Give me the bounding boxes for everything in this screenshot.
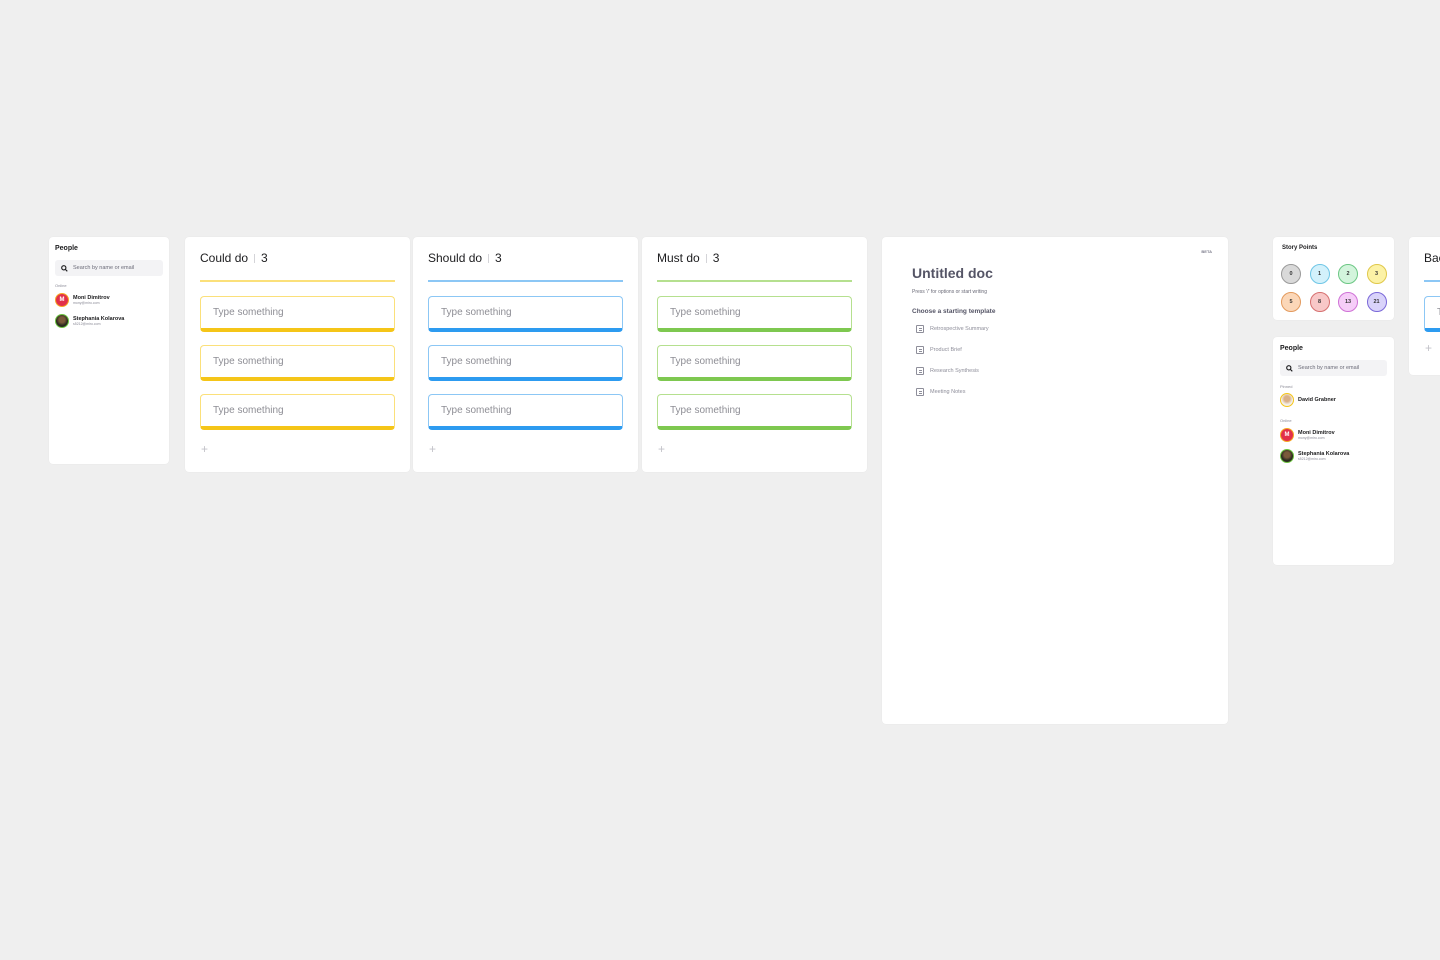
template-label: Research Synthesis <box>930 368 979 374</box>
sticky-note[interactable]: Type something <box>428 394 623 430</box>
sticky-note[interactable]: Type something <box>428 296 623 332</box>
column-title: Backlog <box>1424 251 1440 265</box>
sticky-note[interactable]: Type something <box>200 296 395 332</box>
column-divider <box>200 280 395 282</box>
document-icon <box>916 388 924 396</box>
document-icon <box>916 325 924 333</box>
template-retrospective-summary[interactable]: Retrospective Summary <box>916 325 989 333</box>
sticky-note[interactable]: Type something <box>200 345 395 381</box>
document-icon <box>916 367 924 375</box>
sticky-note[interactable]: Type something <box>428 345 623 381</box>
story-points-title: Story Points <box>1282 245 1318 251</box>
people-panel-right: People Search by name or email Pinned Da… <box>1273 337 1394 565</box>
people-search-input[interactable]: Search by name or email <box>55 260 163 276</box>
story-point-3[interactable]: 3 <box>1366 264 1387 284</box>
story-point-2[interactable]: 2 <box>1338 264 1358 284</box>
column-backlog-partial: Backlog Type something + <box>1409 237 1440 375</box>
beta-badge: BETA <box>1201 249 1212 254</box>
search-icon <box>61 264 68 272</box>
header-separator <box>488 253 490 263</box>
column-divider <box>657 280 852 282</box>
pinned-label: Pinned <box>1280 384 1293 389</box>
doc-title[interactable]: Untitled doc <box>912 265 993 281</box>
person-email: mony@miro.com <box>1298 435 1325 440</box>
column-divider <box>428 280 623 282</box>
add-sticky-button[interactable]: + <box>201 442 208 456</box>
template-label: Meeting Notes <box>930 389 966 395</box>
column-could-do: Could do 3 Type something Type something T… <box>185 237 410 472</box>
column-title: Could do <box>200 251 249 265</box>
add-sticky-button[interactable]: + <box>658 442 665 456</box>
column-count: 3 <box>495 251 502 265</box>
story-point-0[interactable]: 0 <box>1281 264 1301 284</box>
avatar <box>55 314 69 328</box>
avatar: M <box>55 293 69 307</box>
avatar <box>1280 449 1294 463</box>
person-item[interactable]: Stephania Kolarova s5212@miro.com <box>55 314 124 328</box>
template-research-synthesis[interactable]: Research Synthesis <box>916 367 979 375</box>
story-points-card: Story Points 0 1 2 3 5 8 13 21 <box>1273 237 1394 320</box>
column-header: Must do 3 <box>657 251 719 265</box>
sticky-note[interactable]: Type something <box>657 345 852 381</box>
search-placeholder: Search by name or email <box>1298 365 1360 371</box>
add-sticky-button[interactable]: + <box>429 442 436 456</box>
sticky-note[interactable]: Type something <box>657 296 852 332</box>
column-header: Should do 3 <box>428 251 502 265</box>
person-item[interactable]: M Moni Dimitrov mony@miro.com <box>55 293 110 307</box>
person-name: David Grabner <box>1298 396 1336 403</box>
add-sticky-button[interactable]: + <box>1425 341 1432 355</box>
story-point-5[interactable]: 5 <box>1281 292 1301 312</box>
doc-hint: Press '/' for options or start writing <box>912 289 987 295</box>
people-title: People <box>1280 345 1303 352</box>
column-title: Must do <box>657 251 700 265</box>
sticky-note[interactable]: Type something <box>1424 296 1440 332</box>
sticky-note[interactable]: Type something <box>657 394 852 430</box>
people-title: People <box>55 245 78 252</box>
story-point-21[interactable]: 21 <box>1366 292 1387 312</box>
person-item[interactable]: Stephania Kolarova s5212@miro.com <box>1280 449 1349 463</box>
header-separator <box>705 253 707 263</box>
search-placeholder: Search by name or email <box>73 265 135 271</box>
column-title: Should do <box>428 251 483 265</box>
doc-card[interactable]: BETA Untitled doc Press '/' for options … <box>882 237 1228 724</box>
person-item[interactable]: M Moni Dimitrov mony@miro.com <box>1280 428 1335 442</box>
column-header: Could do 3 <box>200 251 268 265</box>
sticky-note[interactable]: Type something <box>200 394 395 430</box>
column-must-do: Must do 3 Type something Type something Ty… <box>642 237 867 472</box>
document-icon <box>916 346 924 354</box>
people-panel-left: People Search by name or email Online M … <box>49 237 169 464</box>
column-should-do: Should do 3 Type something Type something… <box>413 237 638 472</box>
person-email: s5212@miro.com <box>73 321 101 326</box>
avatar <box>1280 393 1294 407</box>
story-point-13[interactable]: 13 <box>1338 292 1358 312</box>
person-item[interactable]: David Grabner <box>1280 393 1336 407</box>
column-divider <box>1424 280 1440 282</box>
template-product-brief[interactable]: Product Brief <box>916 346 962 354</box>
online-label: Online <box>55 283 67 288</box>
story-point-8[interactable]: 8 <box>1309 292 1330 312</box>
template-label: Retrospective Summary <box>930 326 989 332</box>
story-points-grid: 0 1 2 3 5 8 13 21 <box>1281 264 1387 312</box>
people-search-input[interactable]: Search by name or email <box>1280 360 1387 376</box>
story-point-1[interactable]: 1 <box>1309 264 1330 284</box>
avatar: M <box>1280 428 1294 442</box>
column-count: 3 <box>712 251 720 265</box>
header-separator <box>254 253 256 263</box>
online-label: Online <box>1280 418 1292 423</box>
person-email: s5212@miro.com <box>1298 456 1326 461</box>
template-meeting-notes[interactable]: Meeting Notes <box>916 388 965 396</box>
search-icon <box>1286 364 1293 372</box>
templates-label: Choose a starting template <box>912 308 996 315</box>
person-email: mony@miro.com <box>73 300 100 305</box>
template-label: Product Brief <box>930 347 962 353</box>
column-count: 3 <box>261 251 268 265</box>
